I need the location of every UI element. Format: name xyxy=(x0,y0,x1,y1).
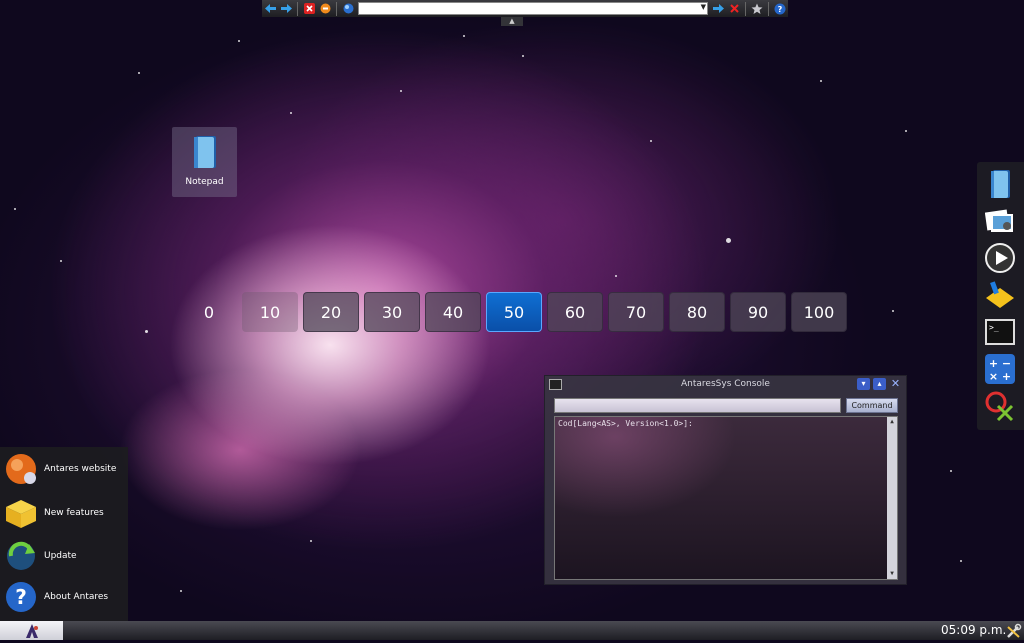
stop-button[interactable] xyxy=(302,2,316,15)
antares-logo-icon xyxy=(25,623,38,638)
menu-item-label: New features xyxy=(44,508,104,518)
zoom-step[interactable]: 100 xyxy=(791,292,847,332)
console-output[interactable]: Cod[Lang<AS>, Version<1.0>]: ▲ ▼ xyxy=(554,416,898,580)
globe-icon xyxy=(4,452,38,486)
chevron-up-icon: ▲ xyxy=(509,17,515,25)
menu-item-new-features[interactable]: New features xyxy=(4,493,128,533)
media-player-icon xyxy=(985,243,1015,273)
address-input[interactable]: ▼ xyxy=(358,2,708,15)
command-input[interactable] xyxy=(554,398,841,413)
zoom-step[interactable]: 10 xyxy=(242,292,298,332)
menu-item-label: About Antares xyxy=(44,592,109,602)
console-window: AntaresSys Console ▾ ▴ ✕ Command Cod[Lan… xyxy=(544,375,907,585)
close-button[interactable] xyxy=(727,2,741,15)
chevron-down-icon[interactable]: ▼ xyxy=(701,3,706,11)
stop-icon xyxy=(303,3,315,14)
menu-item-label: Antares website xyxy=(44,464,117,474)
zoom-bar: 0 10 20 30 40 50 60 70 80 90 100 xyxy=(181,292,847,332)
zoom-step[interactable]: 40 xyxy=(425,292,481,332)
notepad-icon xyxy=(193,136,216,168)
scroll-down-icon[interactable]: ▼ xyxy=(887,569,897,579)
dock-media-player[interactable] xyxy=(984,242,1016,274)
toolbar-divider xyxy=(768,1,769,16)
desktop-icon-label: Notepad xyxy=(185,177,224,187)
toolbar-divider xyxy=(745,1,746,16)
console-output-text: Cod[Lang<AS>, Version<1.0>]: xyxy=(558,419,693,428)
scroll-up-icon[interactable]: ▲ xyxy=(887,417,897,427)
star-icon xyxy=(751,3,763,14)
paint-icon xyxy=(986,281,1014,308)
desktop-icon-notepad[interactable]: Notepad xyxy=(172,127,237,197)
console-scrollbar[interactable]: ▲ ▼ xyxy=(887,417,897,579)
toolbar-collapse-handle[interactable]: ▲ xyxy=(501,17,523,26)
svg-text:?: ? xyxy=(15,585,27,609)
home-button[interactable] xyxy=(318,2,332,15)
tools-button[interactable] xyxy=(1006,623,1022,639)
zoom-step[interactable]: 20 xyxy=(303,292,359,332)
menu-item-about-antares[interactable]: ? About Antares xyxy=(4,577,128,617)
photos-icon xyxy=(985,209,1013,232)
terminal-icon: >_ xyxy=(985,319,1015,345)
zoom-step[interactable]: 90 xyxy=(730,292,786,332)
dock-photos[interactable] xyxy=(984,205,1016,237)
calculator-icon: + −× + xyxy=(985,354,1015,384)
minimize-icon: ▾ xyxy=(861,379,866,388)
close-icon xyxy=(729,4,739,13)
zoom-step[interactable]: 60 xyxy=(547,292,603,332)
go-button[interactable] xyxy=(711,2,725,15)
zoom-step[interactable]: 0 xyxy=(181,292,237,332)
help-icon: ? xyxy=(774,3,786,14)
favorites-button[interactable] xyxy=(750,2,764,15)
home-icon xyxy=(320,3,330,14)
dock-terminal[interactable]: >_ xyxy=(984,316,1016,348)
package-icon xyxy=(4,496,38,530)
dock-paint[interactable] xyxy=(984,279,1016,311)
dock-search[interactable] xyxy=(984,390,1016,422)
arrow-left-icon xyxy=(264,4,276,13)
update-icon xyxy=(4,539,38,573)
dock-notepad[interactable] xyxy=(984,168,1016,200)
start-button[interactable] xyxy=(0,621,63,640)
svg-text:× +: × + xyxy=(989,370,1011,383)
taskbar: 05:09 p.m. xyxy=(0,621,1024,640)
menu-item-label: Update xyxy=(44,551,77,561)
zoom-step[interactable]: 30 xyxy=(364,292,420,332)
svg-text:+ −: + − xyxy=(989,357,1011,370)
console-title: AntaresSys Console xyxy=(681,379,770,389)
globe-button[interactable] xyxy=(341,2,355,15)
help-button[interactable]: ? xyxy=(773,2,787,15)
dock-calculator[interactable]: + − × + xyxy=(984,353,1016,385)
zoom-step-selected[interactable]: 50 xyxy=(486,292,542,332)
start-menu: Antares website New features Update ? Ab… xyxy=(0,447,128,621)
maximize-button[interactable]: ▴ xyxy=(873,378,886,390)
maximize-icon: ▴ xyxy=(877,379,882,388)
tools-icon xyxy=(1007,623,1022,638)
browser-toolbar: ▼ ? xyxy=(262,0,788,17)
search-icon xyxy=(985,391,1014,422)
menu-item-update[interactable]: Update xyxy=(4,536,128,576)
close-button[interactable]: ✕ xyxy=(889,378,902,390)
toolbar-divider xyxy=(336,1,337,16)
zoom-step[interactable]: 80 xyxy=(669,292,725,332)
console-title-bar[interactable]: AntaresSys Console ▾ ▴ ✕ xyxy=(545,376,906,392)
svg-text:>_: >_ xyxy=(989,323,999,332)
menu-item-antares-website[interactable]: Antares website xyxy=(4,449,128,489)
notepad-icon xyxy=(991,170,1010,198)
arrow-right-icon xyxy=(280,4,292,13)
globe-icon xyxy=(343,3,353,14)
minimize-button[interactable]: ▾ xyxy=(857,378,870,390)
help-icon: ? xyxy=(4,580,38,614)
toolbar-divider xyxy=(297,1,298,16)
svg-text:?: ? xyxy=(778,5,783,14)
back-button[interactable] xyxy=(263,2,277,15)
zoom-step[interactable]: 70 xyxy=(608,292,664,332)
taskbar-clock: 05:09 p.m. xyxy=(941,623,1007,637)
command-button[interactable]: Command xyxy=(846,398,898,413)
app-dock: >_ + − × + xyxy=(977,162,1024,430)
forward-button[interactable] xyxy=(279,2,293,15)
close-icon: ✕ xyxy=(890,377,901,390)
go-arrow-icon xyxy=(712,4,724,13)
